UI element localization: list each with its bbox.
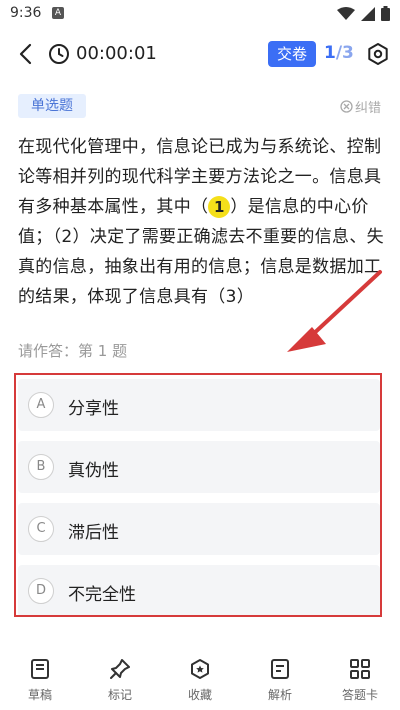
back-icon[interactable] (14, 42, 38, 66)
highlight-number-badge: 1 (208, 196, 231, 218)
progress-current: 1 (324, 43, 336, 63)
top-bar: 00:00:01 交卷 1/3 (0, 34, 400, 74)
signal-icon (361, 6, 375, 21)
notification-a-icon: A (52, 7, 64, 19)
options-highlight-box (14, 373, 382, 617)
clock-icon (49, 44, 69, 64)
settings-icon[interactable] (366, 42, 390, 66)
nav-item-mark[interactable]: 标记 (85, 650, 155, 710)
wifi-icon (337, 6, 355, 20)
progress-total: /3 (335, 43, 354, 63)
nav-label: 解析 (267, 688, 292, 702)
collect-icon (191, 659, 209, 679)
nav-item-answer-card[interactable]: 答题卡 (325, 650, 395, 710)
answer-card-icon (350, 659, 370, 679)
status-bar: 9:36 A (0, 0, 400, 28)
answer-prompt: 请作答：第 1 题 (18, 342, 128, 360)
nav-label: 标记 (107, 688, 132, 702)
nav-label: 草稿 (27, 688, 52, 702)
timer: 00:00:01 (76, 43, 157, 64)
report-label: 纠错 (355, 101, 382, 116)
nav-item-analysis[interactable]: 解析 (245, 650, 315, 710)
nav-item-draft[interactable]: 草稿 (5, 650, 75, 710)
status-icons (337, 6, 390, 21)
report-error-button[interactable]: 纠错 (340, 97, 381, 116)
nav-item-collect[interactable]: 收藏 (165, 650, 235, 710)
submit-button[interactable]: 交卷 (268, 41, 316, 67)
question-type-badge: 单选题 (18, 94, 86, 118)
question-text: 在现代化管理中，信息论已成为与系统论、控制论等相并列的现代科学主要方法论之一。信… (18, 132, 384, 312)
nav-label: 答题卡 (341, 688, 378, 702)
draft-icon (31, 659, 49, 679)
bottom-nav: 草稿 标记 收藏 解析 答题卡 (0, 650, 400, 710)
analysis-icon (271, 659, 289, 679)
question-progress: 1/3 (324, 43, 354, 63)
battery-icon (381, 6, 390, 21)
pin-icon (110, 659, 130, 679)
report-icon (340, 100, 353, 113)
status-time: 9:36 (10, 5, 42, 21)
nav-label: 收藏 (187, 688, 212, 702)
